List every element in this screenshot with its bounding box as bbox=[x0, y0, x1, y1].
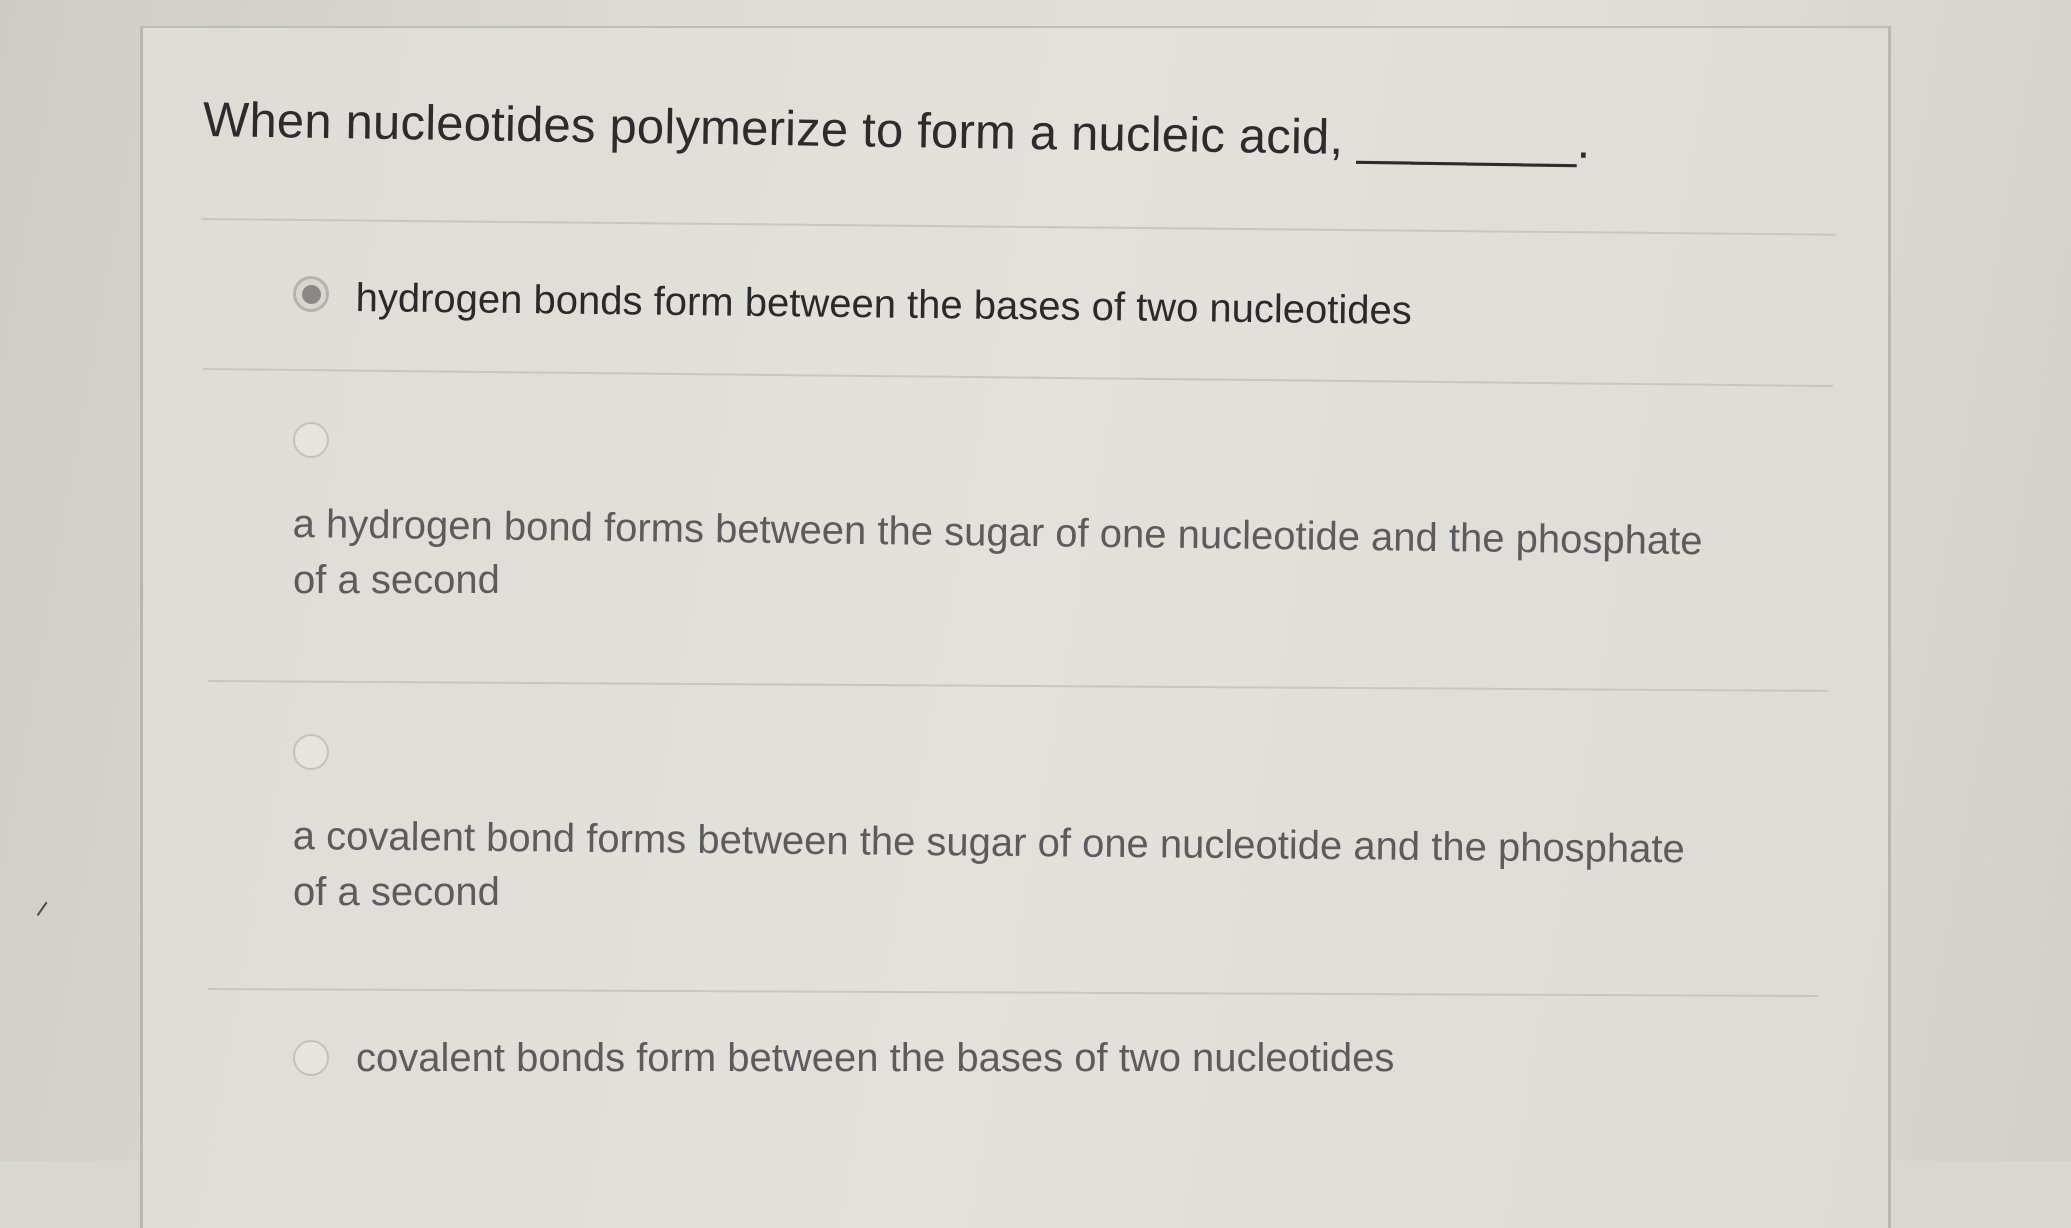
answer-option-2-label-line2: of a second bbox=[293, 558, 500, 602]
quiz-question-panel: When nucleotides polymerize to form a nu… bbox=[140, 26, 1891, 1228]
question-divider bbox=[200, 218, 1836, 236]
answer-option-4[interactable]: covalent bonds form between the bases of… bbox=[293, 1036, 1793, 1110]
answer-option-2-label-line1: a hydrogen bond forms between the sugar … bbox=[292, 501, 1703, 564]
radio-button-selected[interactable] bbox=[293, 276, 329, 312]
radio-button[interactable] bbox=[293, 1040, 329, 1076]
screen-mark bbox=[28, 896, 48, 916]
option-divider bbox=[207, 680, 1828, 692]
answer-option-3-label-line1: a covalent bond forms between the sugar … bbox=[292, 813, 1685, 872]
option-divider bbox=[202, 368, 1833, 388]
option-divider bbox=[207, 988, 1818, 998]
question-text: When nucleotides polymerize to form a nu… bbox=[202, 93, 1591, 169]
answer-option-2[interactable]: a hydrogen bond forms between the sugar … bbox=[292, 422, 1853, 622]
answer-option-3-label-line2: of a second bbox=[293, 870, 500, 914]
screen: When nucleotides polymerize to form a nu… bbox=[0, 0, 2071, 1228]
answer-option-1-label: hydrogen bonds form between the bases of… bbox=[355, 275, 1413, 333]
answer-option-4-label: covalent bonds form between the bases of… bbox=[356, 1036, 1395, 1080]
answer-option-3[interactable]: a covalent bond forms between the sugar … bbox=[293, 734, 1853, 934]
radio-button[interactable] bbox=[293, 422, 329, 458]
answer-option-1[interactable]: hydrogen bonds form between the bases of… bbox=[293, 276, 1793, 346]
radio-button[interactable] bbox=[293, 734, 329, 770]
